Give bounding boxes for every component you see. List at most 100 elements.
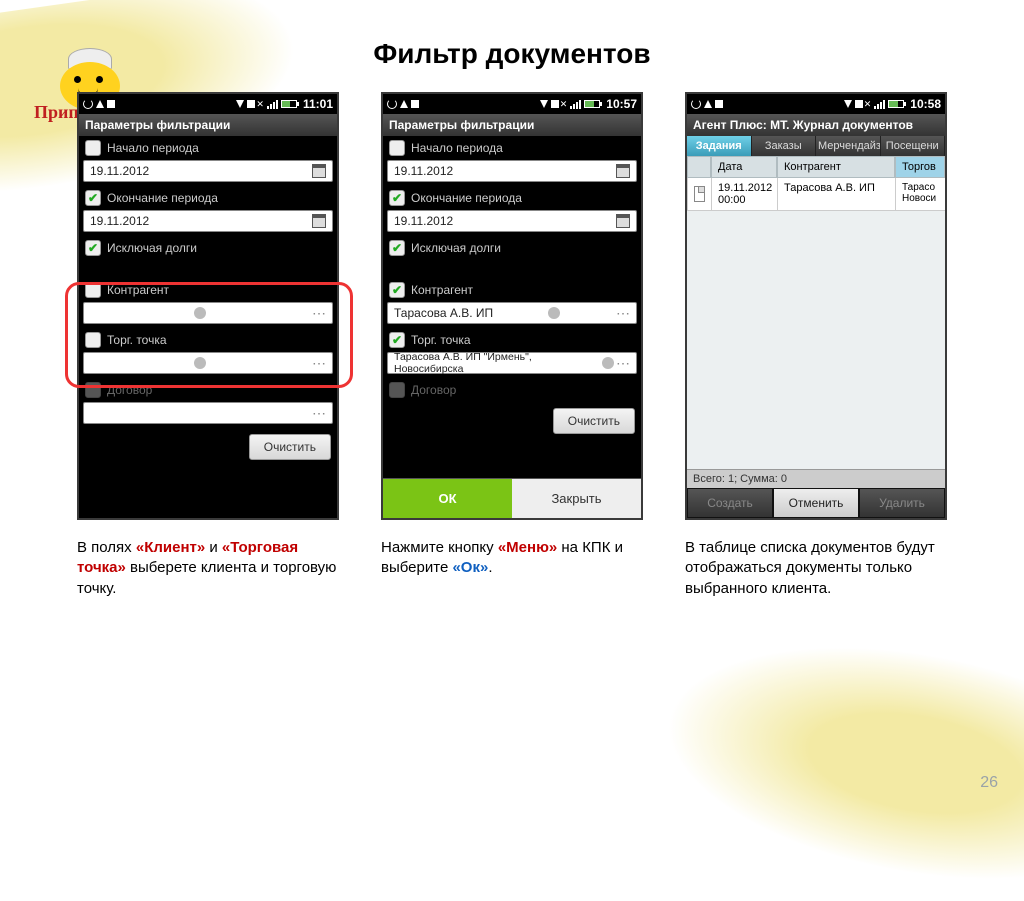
exclude-debts-checkbox[interactable] (85, 240, 101, 256)
sync-icon (83, 99, 93, 109)
screenshot-3: ✕ 10:58 Агент Плюс: МТ. Журнал документо… (685, 92, 947, 520)
tab-merch[interactable]: Мерчендайзинг (816, 136, 881, 156)
battery-icon (281, 100, 297, 108)
browse-icon[interactable]: ⋯ (312, 308, 326, 318)
square-icon (107, 100, 115, 108)
start-period-checkbox[interactable] (389, 140, 405, 156)
square-icon (715, 100, 723, 108)
app-header: Агент Плюс: МТ. Журнал документов (687, 114, 945, 136)
tab-visits[interactable]: Посещени (881, 136, 946, 156)
page-title: Фильтр документов (0, 38, 1024, 70)
mic-icon (194, 357, 206, 369)
sim-icon (855, 100, 863, 108)
clock: 10:57 (606, 97, 637, 111)
table-row[interactable]: 19.11.2012 00:00 Тарасова А.В. ИП Тарасо… (687, 178, 945, 211)
up-icon (400, 100, 408, 108)
kontragent-input[interactable]: ⋯ (83, 302, 333, 324)
start-period-checkbox[interactable] (85, 140, 101, 156)
mic-icon (602, 357, 614, 369)
download-icon (236, 100, 244, 108)
dogovor-label: Договор (107, 383, 152, 397)
signal-icon (570, 100, 581, 109)
status-bar: ✕ 10:58 (687, 94, 945, 114)
sim-icon (551, 100, 559, 108)
kontragent-checkbox[interactable] (85, 282, 101, 298)
bg-decor-bottom (648, 611, 1024, 901)
torg-checkbox[interactable] (85, 332, 101, 348)
caption-1: В полях «Клиент» и «Торговая точка» выбе… (77, 538, 339, 599)
exclude-debts-label: Исключая долги (107, 241, 197, 255)
torg-checkbox[interactable] (389, 332, 405, 348)
no-signal-icon: ✕ (864, 99, 872, 110)
up-icon (704, 100, 712, 108)
end-period-checkbox[interactable] (389, 190, 405, 206)
caption-3: В таблице списка документов будут отобра… (685, 538, 947, 599)
hardware-menu: ОК Закрыть (383, 478, 641, 518)
signal-icon (267, 100, 278, 109)
grid-empty-area (687, 211, 945, 469)
browse-icon[interactable]: ⋯ (616, 358, 630, 368)
kontragent-label: Контрагент (107, 283, 169, 297)
page-number: 26 (980, 774, 998, 792)
tabs: Задания Заказы Мерчендайзинг Посещени (687, 136, 945, 156)
screenshot-1: ✕ 11:01 Параметры фильтрации Начало пери… (77, 92, 339, 520)
end-period-input[interactable]: 19.11.2012 (387, 210, 637, 232)
app-header: Параметры фильтрации (79, 114, 337, 136)
close-button[interactable]: Закрыть (512, 478, 641, 518)
cancel-button[interactable]: Отменить (773, 488, 859, 518)
calendar-icon[interactable] (312, 164, 326, 178)
sim-icon (247, 100, 255, 108)
torg-input[interactable]: Тарасова А.В. ИП "Ирмень", Новосибирска⋯ (387, 352, 637, 374)
col-date[interactable]: Дата (711, 156, 777, 178)
mic-icon (548, 307, 560, 319)
kontragent-label: Контрагент (411, 283, 473, 297)
up-icon (96, 100, 104, 108)
calendar-icon[interactable] (616, 214, 630, 228)
browse-icon[interactable]: ⋯ (616, 308, 630, 318)
square-icon (411, 100, 419, 108)
browse-icon[interactable]: ⋯ (312, 408, 326, 418)
kontragent-checkbox[interactable] (389, 282, 405, 298)
start-period-label: Начало периода (107, 141, 199, 155)
dogovor-input[interactable]: ⋯ (83, 402, 333, 424)
sync-icon (691, 99, 701, 109)
end-period-input[interactable]: 19.11.2012 (83, 210, 333, 232)
download-icon (844, 100, 852, 108)
dogovor-label: Договор (411, 383, 456, 397)
col-contractor[interactable]: Контрагент (777, 156, 895, 178)
summary-footer: Всего: 1; Сумма: 0 (687, 469, 945, 488)
end-period-checkbox[interactable] (85, 190, 101, 206)
signal-icon (874, 100, 885, 109)
browse-icon[interactable]: ⋯ (312, 358, 326, 368)
caption-2: Нажмите кнопку «Меню» на КПК и выберите … (381, 538, 643, 599)
start-period-input[interactable]: 19.11.2012 (83, 160, 333, 182)
ok-button[interactable]: ОК (383, 478, 512, 518)
tab-tasks[interactable]: Задания (687, 136, 752, 156)
calendar-icon[interactable] (312, 214, 326, 228)
torg-label: Торг. точка (411, 333, 471, 347)
torg-input[interactable]: ⋯ (83, 352, 333, 374)
calendar-icon[interactable] (616, 164, 630, 178)
col-torg[interactable]: Торгов (895, 156, 945, 178)
status-bar: ✕ 11:01 (79, 94, 337, 114)
start-period-input[interactable]: 19.11.2012 (387, 160, 637, 182)
delete-button[interactable]: Удалить (859, 488, 945, 518)
clear-button[interactable]: Очистить (553, 408, 635, 434)
app-header: Параметры фильтрации (383, 114, 641, 136)
create-button[interactable]: Создать (687, 488, 773, 518)
no-signal-icon: ✕ (560, 99, 568, 110)
tab-orders[interactable]: Заказы (752, 136, 817, 156)
end-period-label: Окончание периода (107, 191, 218, 205)
cell-date: 19.11.2012 00:00 (711, 178, 777, 211)
clear-button[interactable]: Очистить (249, 434, 331, 460)
exclude-debts-checkbox[interactable] (389, 240, 405, 256)
clock: 10:58 (910, 97, 941, 111)
battery-icon (584, 100, 600, 108)
sync-icon (387, 99, 397, 109)
torg-label: Торг. точка (107, 333, 167, 347)
dogovor-checkbox[interactable] (389, 382, 405, 398)
dogovor-checkbox[interactable] (85, 382, 101, 398)
exclude-debts-label: Исключая долги (411, 241, 501, 255)
kontragent-input[interactable]: Тарасова А.В. ИП⋯ (387, 302, 637, 324)
no-signal-icon: ✕ (256, 99, 264, 110)
